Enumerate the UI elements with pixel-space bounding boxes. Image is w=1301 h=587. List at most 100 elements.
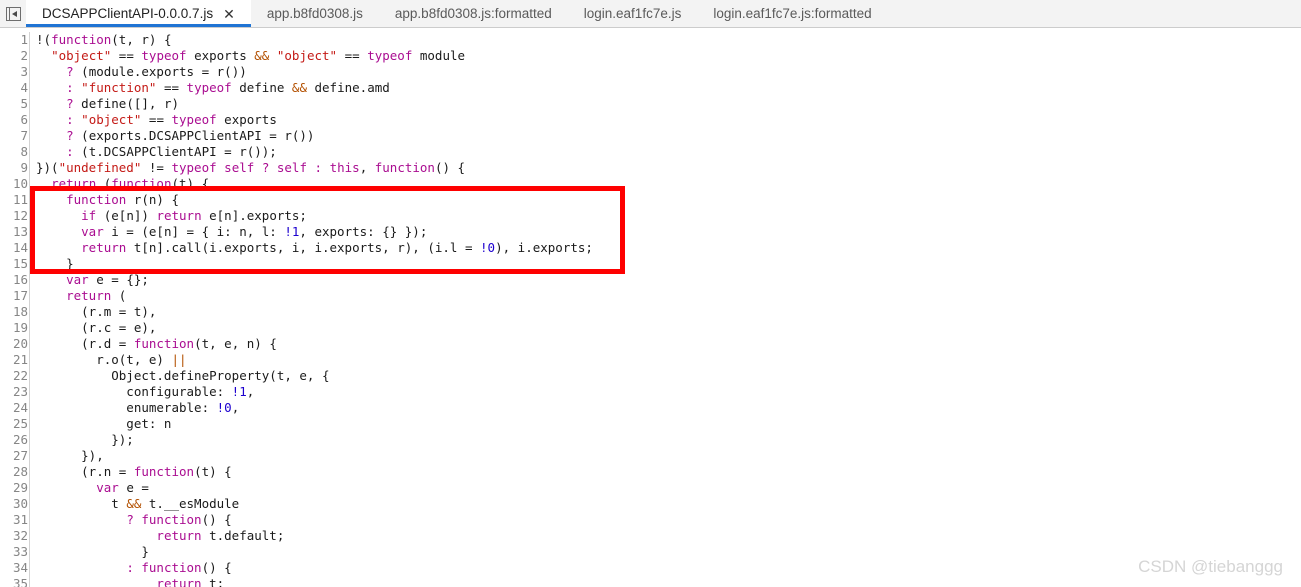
code-line: ? define([], r) [36,96,1301,112]
token-plain: , [359,160,375,175]
token-string: "object" [81,112,142,127]
line-number: 13 [12,224,28,239]
token-plain: get: n [36,416,172,431]
tab-label: login.eaf1fc7e.js:formatted [713,6,872,21]
token-plain: , exports: {} }); [299,224,428,239]
token-plain: == [337,48,368,63]
token-keyword: this [329,160,360,175]
line-number: 32 [12,528,28,543]
line-number: 25 [12,416,28,431]
code-line: return t[n].call(i.exports, i, i.exports… [36,240,1301,256]
token-operator: && [126,496,142,511]
tab-label: app.b8fd0308.js [266,6,363,21]
line-number: 12 [12,208,28,223]
code-content[interactable]: !(function(t, r) { "object" == typeof ex… [30,32,1301,587]
token-keyword: function [66,192,127,207]
code-line: !(function(t, r) { [36,32,1301,48]
token-keyword: ? [66,96,74,111]
line-number: 23 [12,384,28,399]
code-line: r.o(t, e) || [36,352,1301,368]
token-plain: (r.c = e), [36,320,157,335]
token-operator: || [171,352,187,367]
tab-label: DCSAPPClientAPI-0.0.0.7.js [42,6,214,21]
token-plain: (r.d = [36,336,134,351]
token-keyword: : [66,144,74,159]
line-number: 26 [12,432,28,447]
token-keyword: typeof [367,48,413,63]
token-plain: i = (e[n] = { i: n, l: [103,224,285,239]
token-string: "object" [51,48,112,63]
code-editor-pane[interactable]: 1 2 3 4 5 6 7 8 9 10 11 12 13 14 15 16 17 18 19 20 21 22 23 24 2… [0,28,1301,587]
token-plain: (exports.DCSAPPClientAPI = r()) [73,128,315,143]
token-keyword: return [156,208,202,223]
tab-close-icon[interactable]: ✕ [223,7,235,21]
line-number-gutter: 1 2 3 4 5 6 7 8 9 10 11 12 13 14 15 16 17 18 19 20 21 22 23 24 2… [0,32,30,587]
code-line: : "function" == typeof define && define.… [36,80,1301,96]
code-line: return ( [36,288,1301,304]
token-keyword: typeof [171,160,217,175]
code-line: ? function() { [36,512,1301,528]
collapse-navigator-icon [5,6,21,21]
tab-strip: DCSAPPClientAPI-0.0.0.7.js ✕ app.b8fd0308.… [26,0,888,27]
code-line: Object.defineProperty(t, e, { [36,368,1301,384]
line-number: 24 [12,400,28,415]
line-number: 19 [12,320,28,335]
line-number: 28 [12,464,28,479]
token-keyword: return [156,576,202,587]
tab-4[interactable]: login.eaf1fc7e.js:formatted [697,0,887,27]
code-line: function r(n) { [36,192,1301,208]
token-keyword: typeof [141,48,187,63]
token-plain: () { [434,160,466,175]
token-string: "undefined" [58,160,142,175]
line-number: 15 [12,256,28,271]
tab-1[interactable]: app.b8fd0308.js [251,0,379,27]
tab-label: app.b8fd0308.js:formatted [394,6,552,21]
token-keyword: ? [66,64,74,79]
line-number: 9 [20,160,28,175]
line-number: 10 [12,176,28,191]
line-number: 27 [12,448,28,463]
token-string: "function" [81,80,157,95]
token-plain: Object.defineProperty(t, e, { [36,368,330,383]
token-plain: define [231,80,292,95]
token-plain: r.o(t, e) [36,352,172,367]
tab-2[interactable]: app.b8fd0308.js:formatted [379,0,568,27]
code-line: }); [36,432,1301,448]
tab-0[interactable]: DCSAPPClientAPI-0.0.0.7.js ✕ [26,0,251,27]
token-number: !1 [231,384,247,399]
code-line: } [36,256,1301,272]
code-line: (r.c = e), [36,320,1301,336]
token-number: !1 [284,224,300,239]
code-line: : function() { [36,560,1301,576]
token-keyword: return [51,176,97,191]
token-plain: != [141,160,172,175]
token-plain: define([], r) [73,96,179,111]
token-plain: ( [111,288,127,303]
token-plain: }), [36,448,104,463]
code-line: (r.n = function(t) { [36,464,1301,480]
tab-3[interactable]: login.eaf1fc7e.js [568,0,698,27]
token-plain: r()) [216,64,247,79]
token-keyword: : [66,112,74,127]
collapse-navigator-button[interactable] [0,0,26,27]
token-plain: ), i.exports; [495,240,593,255]
code-line: return t.default; [36,528,1301,544]
token-plain: == [141,112,172,127]
token-keyword: function [133,336,195,351]
code-line: ? (exports.DCSAPPClientAPI = r()) [36,128,1301,144]
token-plain: r(n) { [126,192,180,207]
token-keyword: : [126,560,134,575]
